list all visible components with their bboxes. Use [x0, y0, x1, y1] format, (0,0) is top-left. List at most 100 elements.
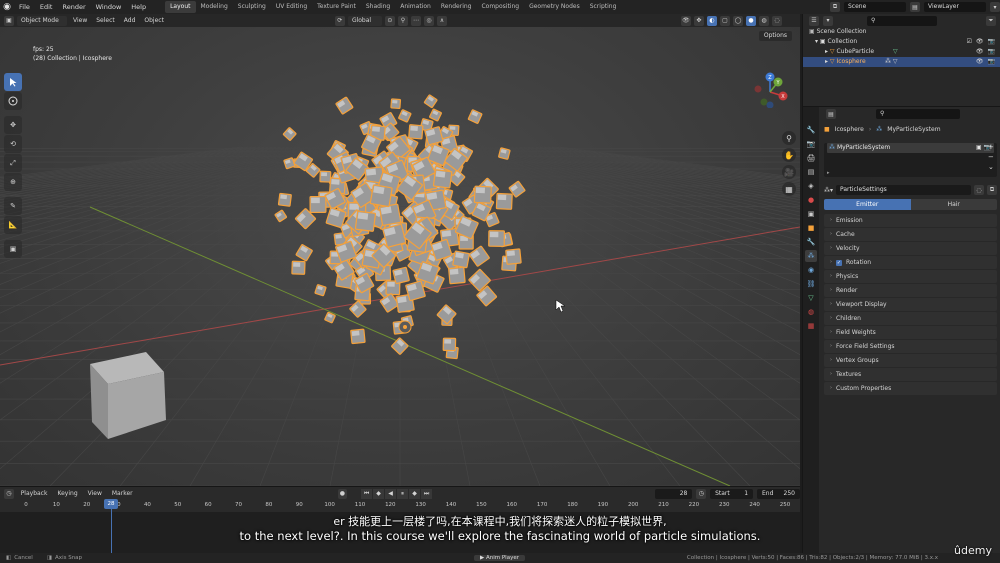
- eye-icon[interactable]: 👁: [976, 47, 984, 57]
- shading-solid-icon[interactable]: ●: [745, 15, 756, 26]
- current-frame-field[interactable]: 28: [655, 488, 693, 499]
- outliner-filter-icon[interactable]: ⏷: [986, 15, 996, 26]
- xray-icon[interactable]: ▢: [719, 15, 730, 26]
- workspace-tab-layout[interactable]: Layout: [165, 1, 196, 13]
- panel-textures[interactable]: › Textures: [824, 368, 997, 381]
- measure-tool-icon[interactable]: 📐: [4, 216, 22, 234]
- list-resize-icon[interactable]: ▸: [827, 170, 830, 176]
- playhead[interactable]: 28: [104, 499, 118, 509]
- panel-physics[interactable]: › Physics: [824, 270, 997, 283]
- workspace-tab-rendering[interactable]: Rendering: [436, 1, 477, 13]
- panel-field-weights[interactable]: › Field Weights: [824, 326, 997, 339]
- menu-file[interactable]: File: [14, 0, 35, 14]
- add-cube-tool-icon[interactable]: ▣: [4, 240, 22, 258]
- perspective-toggle-icon[interactable]: ▦: [782, 182, 796, 196]
- breadcrumb-object[interactable]: Icosphere: [835, 126, 864, 133]
- menu-help[interactable]: Help: [126, 0, 151, 14]
- annotate-tool-icon[interactable]: ✎: [4, 197, 22, 215]
- options-button[interactable]: Options: [758, 31, 792, 41]
- editor-type-icon[interactable]: ▣: [4, 15, 14, 26]
- panel-rotation[interactable]: › ✓ Rotation: [824, 256, 997, 269]
- view-layer-options-icon[interactable]: ▾: [990, 2, 1000, 12]
- outliner-item-icosphere[interactable]: ▸ ▽ Icosphere ⁂ ▽ 👁 📷: [803, 57, 1000, 67]
- scene-field[interactable]: Scene: [844, 2, 906, 12]
- workspace-tab-animation[interactable]: Animation: [395, 1, 436, 13]
- physics-tab-icon[interactable]: ◉: [805, 264, 817, 276]
- view-layer-tab-icon[interactable]: ▤: [805, 166, 817, 178]
- menu-window[interactable]: Window: [91, 0, 127, 14]
- panel-custom-properties[interactable]: › Custom Properties: [824, 382, 997, 395]
- properties-search-input[interactable]: ⚲: [876, 109, 960, 119]
- workspace-tab-shading[interactable]: Shading: [361, 1, 395, 13]
- rotation-checkbox[interactable]: ✓: [836, 259, 842, 266]
- world-tab-icon[interactable]: ●: [805, 194, 817, 206]
- pause-icon[interactable]: ⏸: [397, 488, 409, 499]
- timeline-menu-marker[interactable]: Marker: [109, 490, 136, 497]
- visibility-icon[interactable]: 👁: [680, 15, 691, 26]
- workspace-tab-sculpting[interactable]: Sculpting: [233, 1, 271, 13]
- panel-cache[interactable]: › Cache: [824, 228, 997, 241]
- clock-icon[interactable]: ◷: [696, 488, 707, 499]
- workspace-tab-geometry-nodes[interactable]: Geometry Nodes: [524, 1, 585, 13]
- menu-edit[interactable]: Edit: [35, 0, 58, 14]
- blender-logo-icon[interactable]: ◉: [0, 0, 14, 14]
- filter-icon[interactable]: ▾: [823, 15, 833, 26]
- emitter-icosphere[interactable]: [398, 320, 412, 334]
- duplicate-icon[interactable]: ⧉: [987, 185, 997, 195]
- record-icon[interactable]: ●: [337, 488, 348, 499]
- pivot-icon[interactable]: ⊙: [384, 15, 395, 26]
- snap-settings-icon[interactable]: ⋯: [410, 15, 421, 26]
- view-layer-field[interactable]: ViewLayer: [924, 2, 986, 12]
- panel-render[interactable]: › Render: [824, 284, 997, 297]
- timeline-menu-keying[interactable]: Keying: [54, 490, 80, 497]
- panel-emission[interactable]: › Emission: [824, 214, 997, 227]
- camera-icon[interactable]: 📷: [988, 37, 995, 47]
- transform-orientation-select[interactable]: Global: [347, 15, 382, 26]
- pan-hand-icon[interactable]: ✋: [782, 148, 796, 162]
- navigation-gizmo[interactable]: Z X Y: [752, 72, 788, 108]
- workspace-tab-uv-editing[interactable]: UV Editing: [271, 1, 312, 13]
- transform-tool-icon[interactable]: ⊕: [4, 173, 22, 191]
- jump-start-icon[interactable]: ⏮: [361, 488, 373, 499]
- viewport-menu-add[interactable]: Add: [121, 17, 139, 24]
- shading-rendered-icon[interactable]: ◌: [771, 15, 782, 26]
- viewport-menu-view[interactable]: View: [70, 17, 90, 24]
- constraints-tab-icon[interactable]: ⛓: [805, 278, 817, 290]
- anim-player-badge[interactable]: ▶ Anim Player: [474, 555, 525, 561]
- camera-icon[interactable]: 📷: [988, 57, 995, 67]
- render-tab-icon[interactable]: 📷: [805, 138, 817, 150]
- panel-viewport-display[interactable]: › Viewport Display: [824, 298, 997, 311]
- tool-tab-icon[interactable]: 🔧: [805, 124, 817, 136]
- particle-settings-icon[interactable]: ⁂▾: [824, 187, 833, 194]
- collection-tab-icon[interactable]: ▣: [805, 208, 817, 220]
- particle-settings-field[interactable]: ParticleSettings: [836, 185, 971, 195]
- gizmos-icon[interactable]: ✥: [693, 15, 704, 26]
- eye-icon[interactable]: 👁: [976, 57, 984, 67]
- camera-icon[interactable]: 📷: [988, 47, 995, 57]
- proportional-edit-icon[interactable]: ◎: [423, 15, 434, 26]
- panel-children[interactable]: › Children: [824, 312, 997, 325]
- overlays-icon[interactable]: ◐: [706, 15, 717, 26]
- breadcrumb-particle-system[interactable]: MyParticleSystem: [887, 126, 940, 133]
- move-tool-icon[interactable]: ✥: [4, 116, 22, 134]
- play-reverse-icon[interactable]: ◀: [385, 488, 397, 499]
- scene-tab-icon[interactable]: ◈: [805, 180, 817, 192]
- cube-object[interactable]: [90, 352, 166, 439]
- scale-tool-icon[interactable]: ⤢: [4, 154, 22, 172]
- mode-select[interactable]: Object Mode: [17, 15, 67, 26]
- outliner-search-input[interactable]: ⚲: [867, 15, 937, 26]
- properties-editor-type-icon[interactable]: ▤: [826, 109, 836, 119]
- workspace-tab-compositing[interactable]: Compositing: [476, 1, 524, 13]
- start-frame-field[interactable]: Start 1: [710, 488, 754, 499]
- shading-wireframe-icon[interactable]: ◯: [732, 15, 743, 26]
- fake-user-icon[interactable]: ◌: [974, 185, 984, 195]
- outliner-item-cubeparticle[interactable]: ▸ ▽ CubeParticle ▽ 👁 📷: [803, 47, 1000, 57]
- camera-view-icon[interactable]: 🎥: [782, 165, 796, 179]
- cursor-tool-icon[interactable]: [4, 92, 22, 110]
- timeline-menu-playback[interactable]: Playback: [18, 490, 51, 497]
- panel-velocity[interactable]: › Velocity: [824, 242, 997, 255]
- material-tab-icon[interactable]: ◍: [805, 306, 817, 318]
- type-emitter-button[interactable]: Emitter: [824, 199, 911, 210]
- panel-vertex-groups[interactable]: › Vertex Groups: [824, 354, 997, 367]
- add-slot-icon[interactable]: +: [988, 143, 994, 151]
